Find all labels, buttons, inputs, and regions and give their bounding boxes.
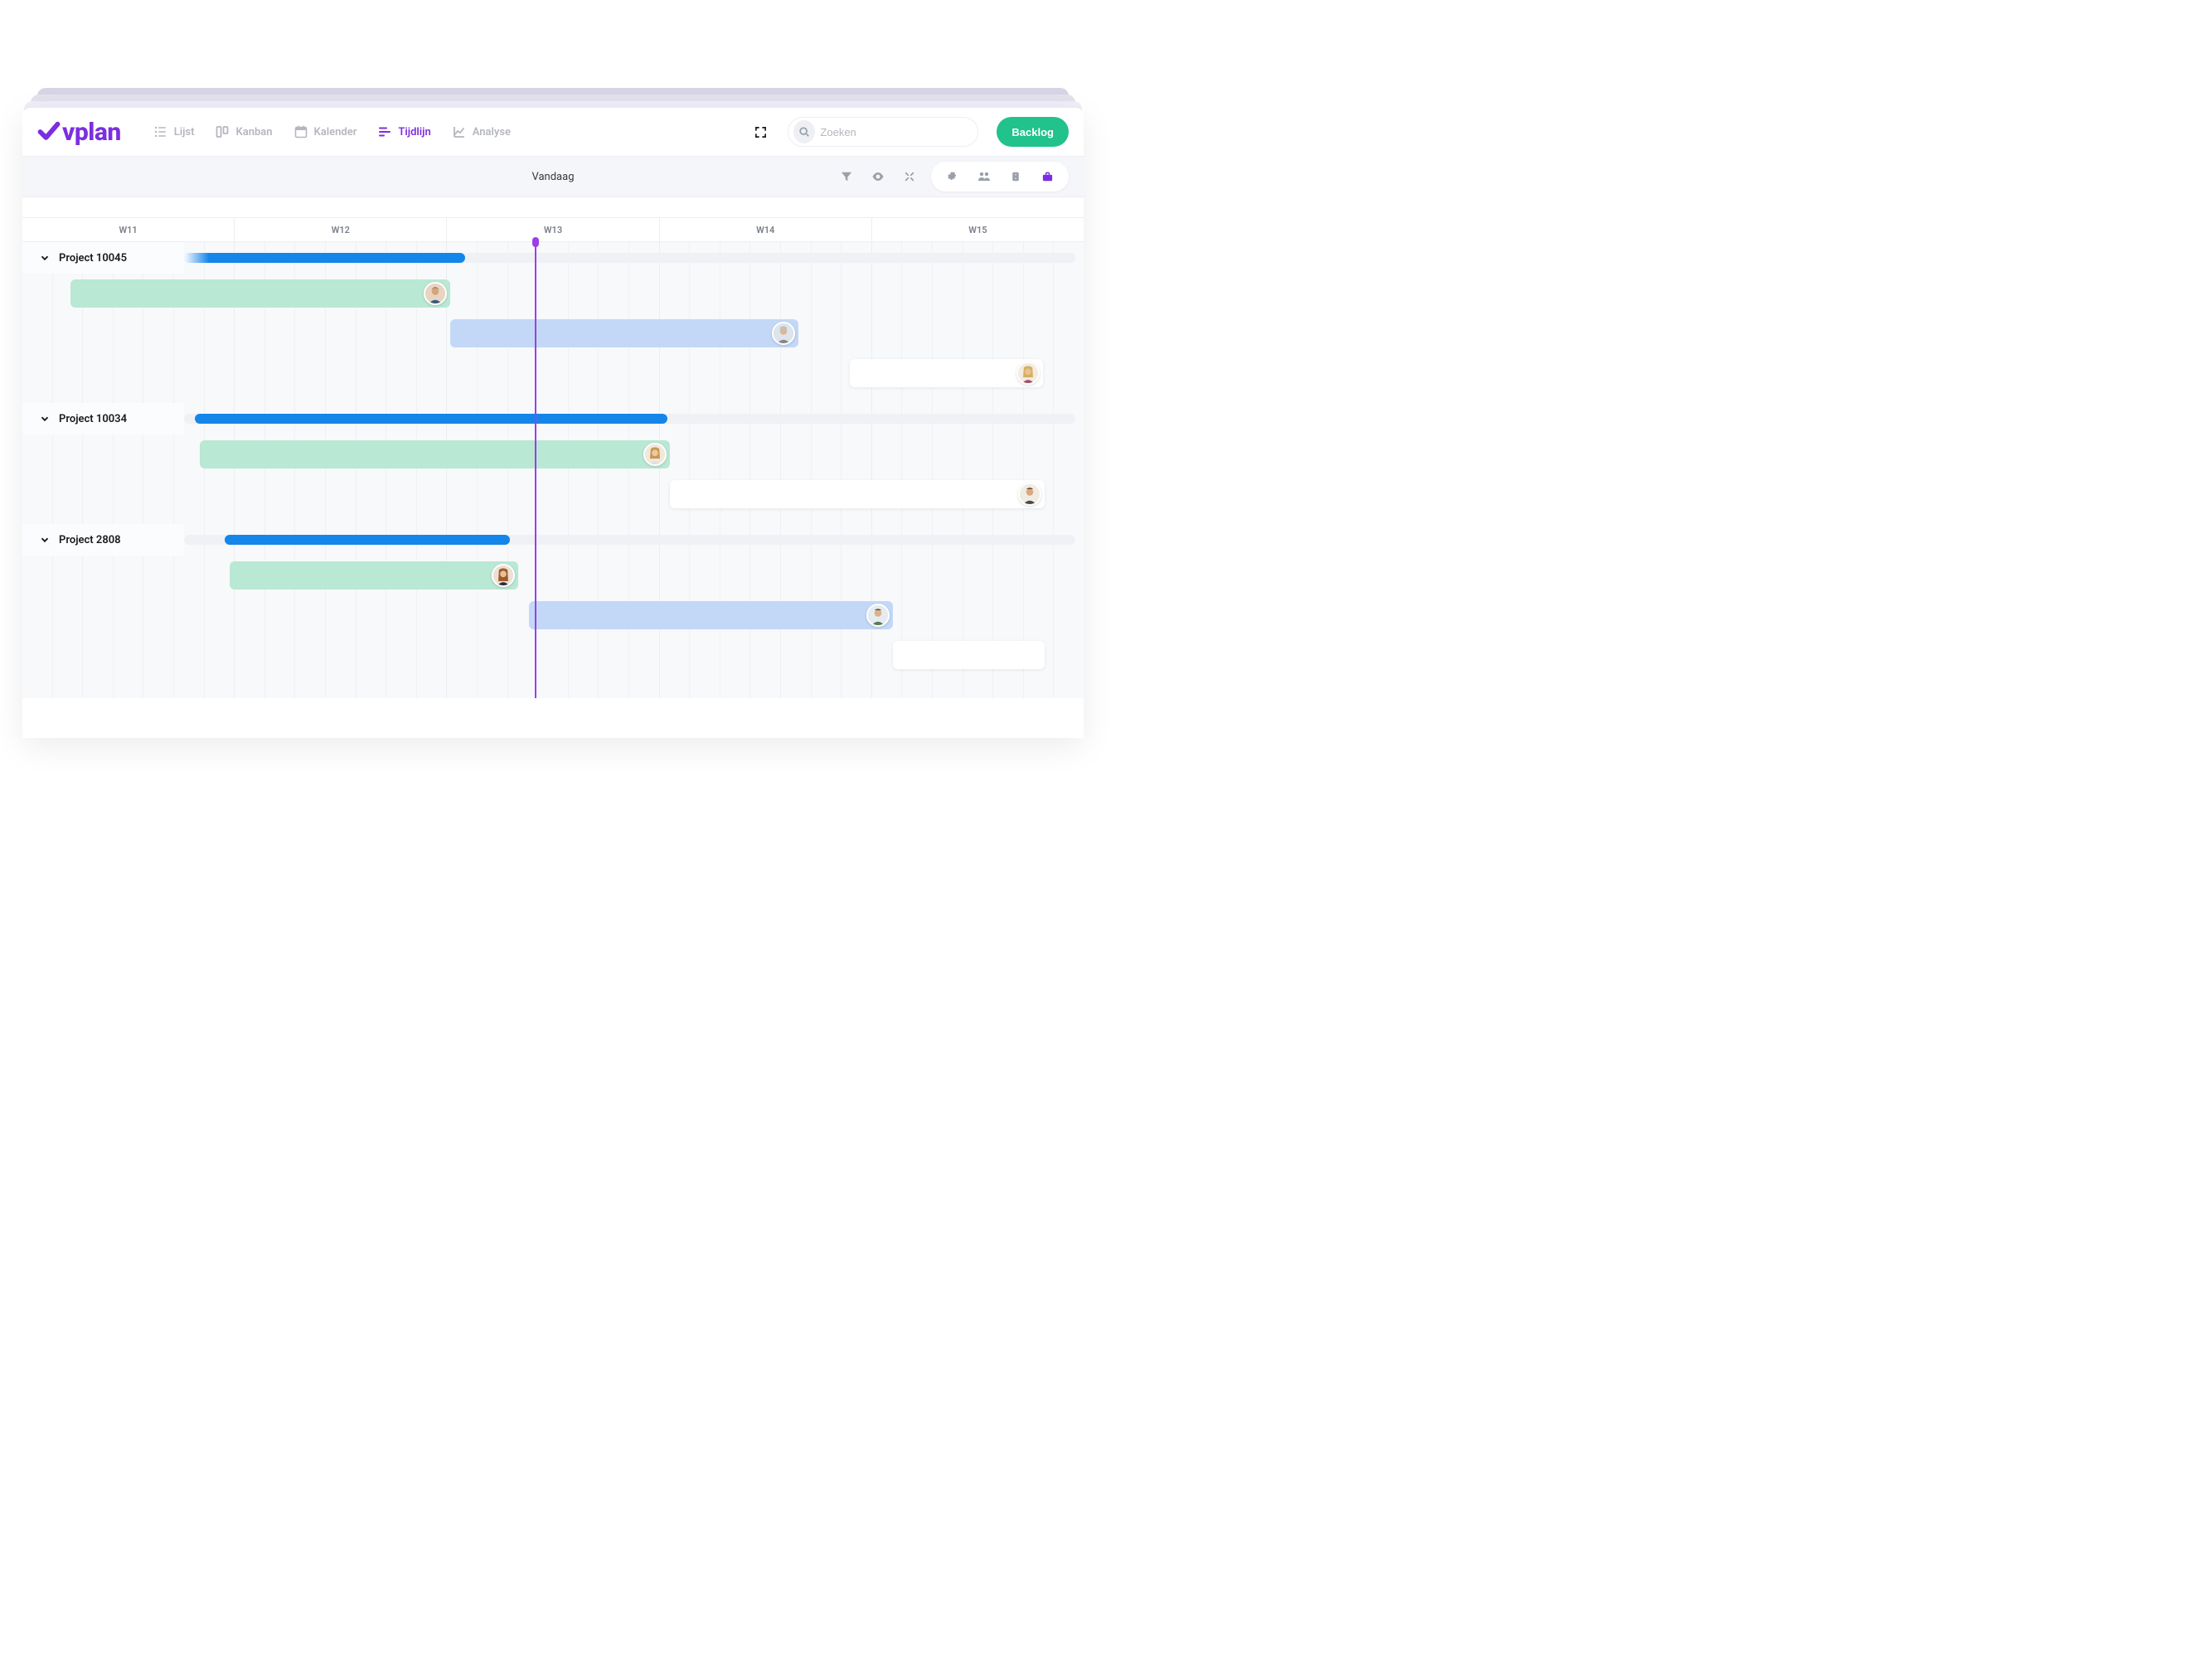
task-row [22,556,1084,595]
task-bar[interactable] [850,359,1043,387]
project-name: Project 2808 [59,534,121,546]
task-row [22,313,1084,353]
nav-tijdlijn[interactable]: Tijdlijn [378,125,430,138]
people-icon [977,170,991,183]
week-label: W13 [447,218,659,241]
week-header: W11 W12 W13 W14 W15 [22,217,1084,242]
brand-text: vplan [62,118,121,147]
search-input[interactable] [820,126,966,138]
puzzle-icon [947,171,958,182]
task-bar[interactable] [893,641,1045,669]
nav-kanban[interactable]: Kanban [216,125,272,138]
avatar [424,282,447,305]
filter-icon [841,171,852,182]
task-bar[interactable] [200,440,670,468]
week-label: W12 [235,218,447,241]
project-progress-track [184,414,1075,424]
briefcase-icon [1041,171,1054,183]
toolbar: Vandaag [22,156,1084,197]
nav-label: Analyse [473,126,511,138]
avatar [866,604,890,627]
project-header[interactable]: Project 10045 [22,242,1084,274]
timeline: W11 W12 W13 W14 W15 Project 10045 Projec… [22,197,1084,738]
project-progress-fill [195,414,667,424]
server-icon [1011,171,1021,182]
project-progress-fill [184,253,465,263]
task-row [22,274,1084,313]
task-row [22,474,1084,514]
avatar [492,564,515,587]
task-row [22,353,1084,393]
project-name: Project 10045 [59,252,127,265]
backlog-button[interactable]: Backlog [997,117,1069,147]
kanban-icon [216,125,229,138]
timeline-icon [378,125,391,138]
settings-button[interactable] [900,167,919,187]
header: vplan Lijst Kanban [22,108,1084,156]
project-header[interactable]: Project 2808 [22,524,1084,556]
project-group: Project 10045 [22,242,1084,403]
chevron-down-icon [39,534,51,546]
week-label: W15 [872,218,1084,241]
fullscreen-button[interactable] [748,119,773,144]
task-row [22,635,1084,675]
chart-icon [453,125,466,138]
project-progress-fill [225,535,510,545]
brand-logo: vplan [37,118,121,147]
avatar [643,443,667,466]
week-label: W11 [22,218,235,241]
task-row [22,595,1084,635]
resource-button[interactable] [1006,167,1026,187]
task-bar[interactable] [670,480,1045,508]
nav-kalender[interactable]: Kalender [294,125,357,138]
project-header[interactable]: Project 10034 [22,403,1084,434]
checkmark-icon [37,120,61,143]
view-mode-group [931,162,1069,192]
task-bar[interactable] [230,561,518,590]
tools-icon [904,171,915,182]
puzzle-button[interactable] [943,167,963,187]
today-line [535,242,536,698]
avatar [772,322,795,345]
grid-area: Project 10045 Project 10034 Project 2808 [22,242,1084,698]
avatar [1016,362,1040,385]
filter-button[interactable] [837,167,856,187]
project-name: Project 10034 [59,413,127,425]
task-bar[interactable] [70,279,450,308]
nav-label: Tijdlijn [398,126,430,138]
timeline-rows: Project 10045 Project 10034 Project 2808 [22,242,1084,698]
calendar-icon [294,125,308,138]
search-icon [793,120,815,143]
nav-label: Kalender [314,126,357,138]
week-label: W14 [660,218,872,241]
chevron-down-icon [39,252,51,264]
task-bar[interactable] [529,601,893,629]
nav-lijst[interactable]: Lijst [154,125,195,138]
today-marker-icon [532,237,539,247]
list-icon [154,125,167,138]
nav-label: Lijst [174,126,195,138]
expand-icon [754,126,767,138]
view-nav: Lijst Kanban Kalender [154,125,511,138]
project-group: Project 2808 [22,524,1084,685]
eye-icon [871,170,885,183]
app-window: vplan Lijst Kanban [22,108,1084,738]
chevron-down-icon [39,413,51,425]
briefcase-button[interactable] [1037,167,1057,187]
project-progress-track [184,253,1075,263]
project-progress-track [184,535,1075,545]
project-group: Project 10034 [22,403,1084,524]
people-button[interactable] [974,167,994,187]
avatar [1018,483,1041,506]
visibility-button[interactable] [868,167,888,187]
task-bar[interactable] [450,319,798,347]
task-row [22,434,1084,474]
nav-label: Kanban [235,126,272,138]
nav-analyse[interactable]: Analyse [453,125,511,138]
search-box[interactable] [788,117,978,147]
